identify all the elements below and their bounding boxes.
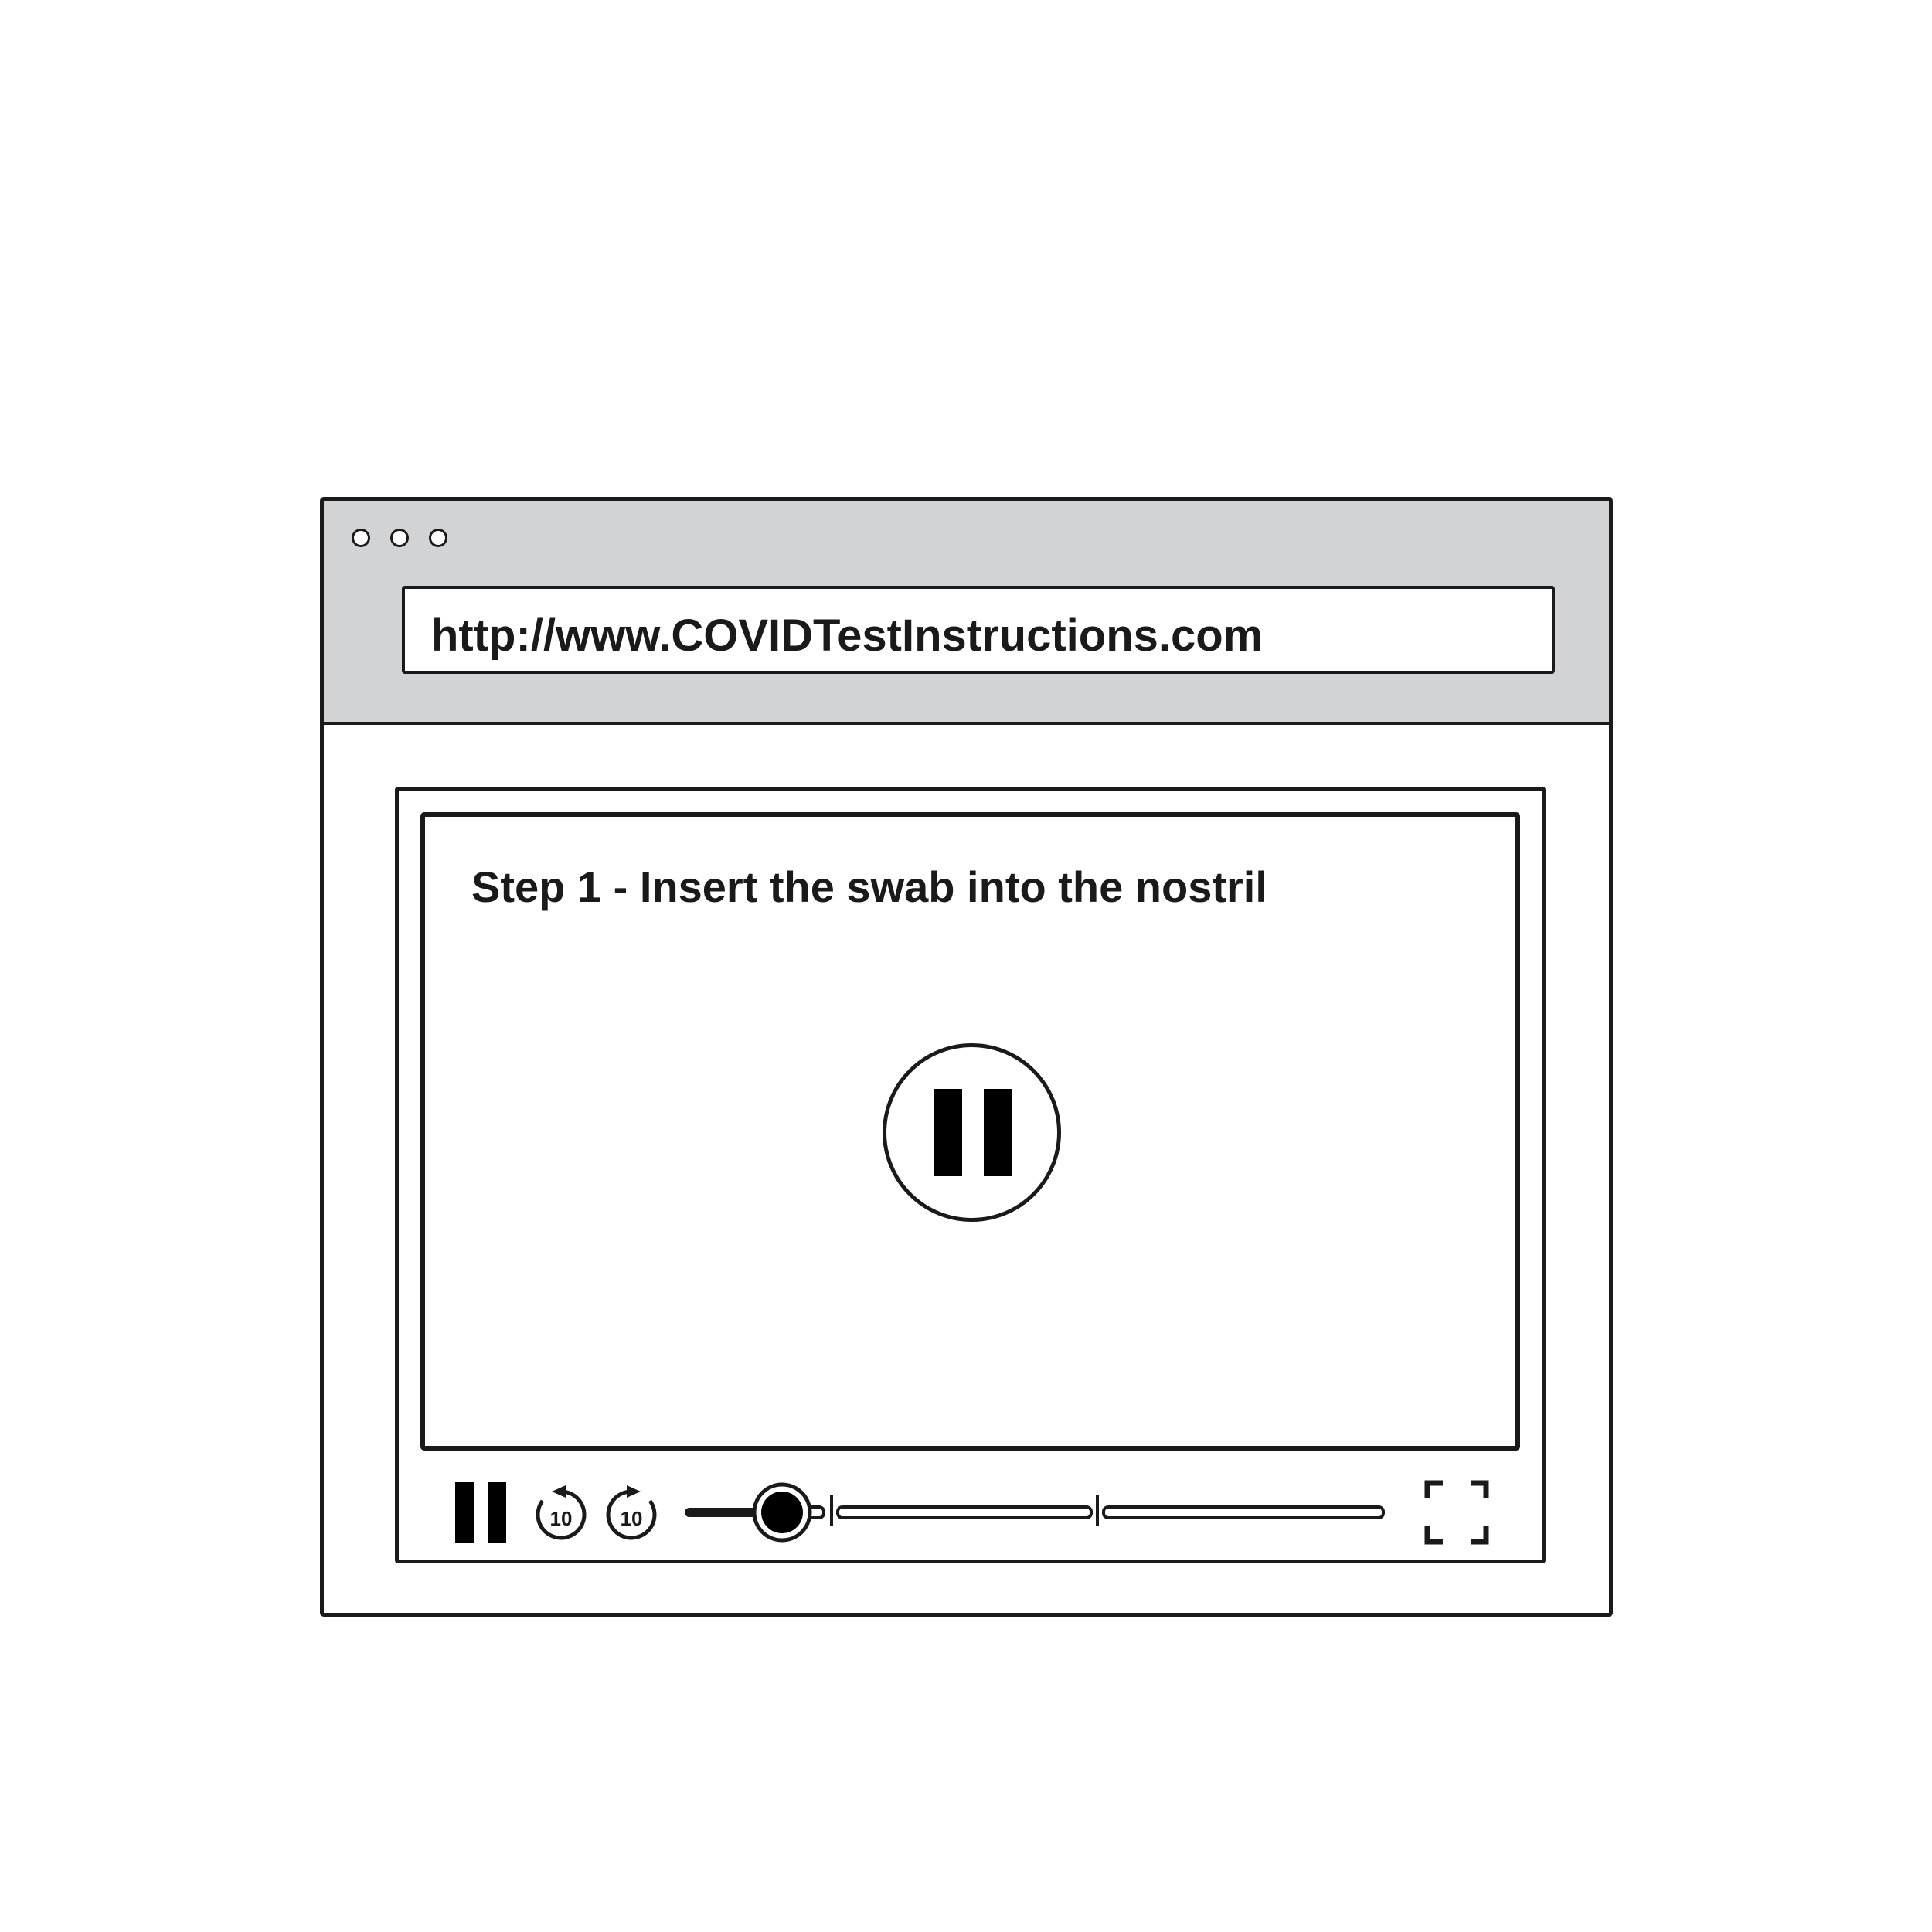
window-close-dot[interactable]: [352, 529, 370, 547]
progress-segment: [1102, 1505, 1385, 1519]
rewind-10-button[interactable]: 10: [533, 1482, 589, 1544]
url-text: http://www.COVIDTestInstructions.com: [431, 611, 1264, 661]
fullscreen-icon: [1424, 1480, 1489, 1545]
browser-titlebar: http://www.COVIDTestInstructions.com: [324, 501, 1609, 725]
address-bar[interactable]: http://www.COVIDTestInstructions.com: [402, 586, 1555, 674]
forward-10-icon: 10: [606, 1485, 657, 1540]
rewind-label: 10: [550, 1507, 573, 1530]
control-bar: 10 10: [399, 1471, 1542, 1556]
forward-label: 10: [621, 1507, 643, 1530]
video-player: Step 1 - Insert the swab into the nostri…: [395, 787, 1546, 1563]
pause-button[interactable]: [455, 1482, 506, 1543]
window-minimize-dot[interactable]: [390, 529, 409, 547]
forward-10-button[interactable]: 10: [604, 1482, 659, 1544]
browser-window: http://www.COVIDTestInstructions.com Ste…: [320, 497, 1613, 1617]
video-area[interactable]: Step 1 - Insert the swab into the nostri…: [420, 812, 1520, 1451]
pause-icon: [455, 1482, 506, 1543]
rewind-10-icon: 10: [536, 1485, 587, 1540]
progress-bar[interactable]: [685, 1477, 1427, 1546]
progress-segment: [836, 1505, 1093, 1519]
video-caption: Step 1 - Insert the swab into the nostri…: [471, 862, 1267, 911]
center-pause-button[interactable]: [883, 1043, 1061, 1222]
window-maximize-dot[interactable]: [429, 529, 447, 547]
fullscreen-button[interactable]: [1424, 1480, 1489, 1545]
